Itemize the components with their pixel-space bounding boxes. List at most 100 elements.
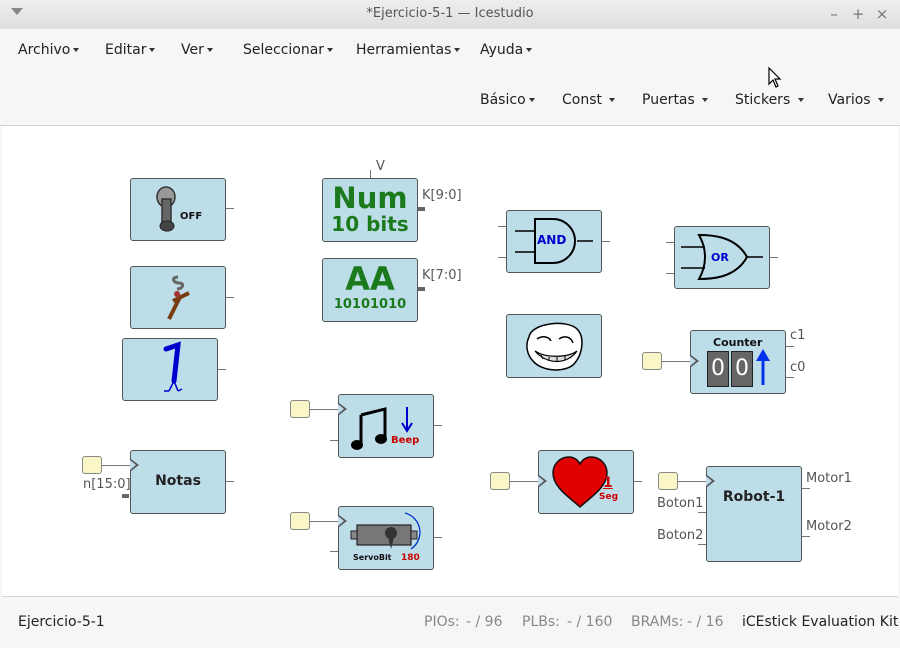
input-pin[interactable] [658, 472, 678, 490]
close-button[interactable]: × [873, 5, 891, 23]
menu-editar[interactable]: Editar [105, 42, 156, 58]
caret-down-icon [609, 98, 616, 102]
menu-const[interactable]: Const [562, 92, 616, 108]
caret-down-icon [206, 48, 213, 52]
robot-input-boton2: Boton2 [657, 528, 704, 543]
bus-port [122, 494, 129, 498]
aa-constant-block[interactable]: AA 10101010 [322, 258, 418, 322]
output-wire [770, 257, 778, 258]
counter-output-c0: c0 [790, 360, 806, 375]
num-output-label: K[9:0] [422, 188, 462, 203]
servo-angle-label: 180 [401, 553, 420, 563]
design-canvas[interactable]: OFF n[15:0] Notas V Num 10 bits K[9:0] A… [2, 126, 898, 597]
robot-input-boton1: Boton1 [657, 496, 704, 511]
counter-digit: 0 [731, 351, 753, 387]
window-title: *Ejercicio-5-1 — Icestudio [366, 6, 534, 21]
input-pin[interactable] [490, 472, 510, 490]
input-wire [678, 481, 706, 482]
menu-stickers[interactable]: Stickers [735, 92, 804, 108]
brams-value: - / 16 [687, 614, 724, 630]
notas-block[interactable]: Notas [130, 450, 226, 514]
burning-match-icon [167, 275, 190, 320]
input-wire [330, 551, 338, 552]
clock-input-icon [130, 459, 139, 471]
menu-archivo[interactable]: Archivo [18, 42, 80, 58]
robot-label: Robot-1 [722, 489, 786, 505]
menu-label: Varios [828, 92, 871, 108]
menu-basico[interactable]: Básico [480, 92, 535, 108]
constant-one-block[interactable] [122, 338, 218, 401]
menu-ayuda[interactable]: Ayuda [480, 42, 533, 58]
notas-label: Notas [155, 473, 201, 489]
menu-puertas[interactable]: Puertas [642, 92, 709, 108]
servo-label: ServoBit [353, 553, 392, 562]
input-wire [330, 440, 338, 441]
menu-label: Const [562, 92, 602, 108]
heartbeat-block[interactable]: 1 Seg [538, 450, 634, 514]
servobit-block[interactable]: ServoBit 180 [338, 506, 434, 570]
output-wire [802, 488, 810, 489]
input-wire [102, 465, 130, 466]
input-wire [666, 273, 674, 274]
clock-input-icon [690, 355, 699, 367]
fuse-block[interactable] [130, 266, 226, 329]
input-wire [498, 257, 506, 258]
beep-block[interactable]: Beep [338, 394, 434, 458]
maximize-button[interactable]: + [849, 5, 867, 23]
arrow-up-icon [756, 349, 770, 385]
toggle-switch-icon [156, 186, 176, 232]
mouse-cursor-icon [768, 67, 782, 88]
counter-block[interactable]: Counter 0 0 [690, 330, 786, 394]
beep-label: Beep [391, 435, 420, 446]
output-wire [786, 377, 794, 378]
or-gate-block[interactable]: OR [674, 226, 770, 289]
robot-output-motor1: Motor1 [806, 471, 852, 486]
robot-block[interactable]: Robot-1 [706, 466, 802, 562]
input-pin[interactable] [290, 400, 310, 418]
menu-label: Herramientas [356, 42, 452, 58]
aa-title: AA [345, 260, 395, 298]
output-wire [226, 297, 234, 298]
num-10bits-block[interactable]: Num 10 bits [322, 178, 418, 242]
project-name: Ejercicio-5-1 [18, 614, 105, 630]
output-wire [634, 481, 642, 482]
input-pin[interactable] [82, 456, 102, 474]
input-wire [310, 521, 338, 522]
num-subtitle: 10 bits [331, 212, 409, 236]
menu-herramientas[interactable]: Herramientas [356, 42, 461, 58]
caret-down-icon [454, 48, 461, 52]
heart-icon [552, 456, 608, 509]
bus-port [418, 287, 425, 291]
menu-ver[interactable]: Ver [181, 42, 213, 58]
sticker-trollface[interactable] [506, 314, 602, 378]
plbs-label: PLBs: [522, 614, 560, 630]
dancing-one-icon [163, 341, 183, 392]
output-wire [786, 346, 794, 347]
minimize-button[interactable]: – [825, 5, 843, 23]
off-label: OFF [180, 211, 203, 222]
input-wire [498, 226, 506, 227]
and-gate-block[interactable]: AND [506, 210, 602, 273]
bus-port [418, 207, 425, 211]
robot-output-motor2: Motor2 [806, 519, 852, 534]
troll-face-icon [526, 322, 583, 371]
switch-block[interactable]: OFF [130, 178, 226, 241]
caret-down-icon [149, 48, 156, 52]
input-wire [310, 409, 338, 410]
caret-down-icon [526, 48, 533, 52]
input-wire [666, 242, 674, 243]
board-selector[interactable]: iCEstick Evaluation Kit [742, 614, 898, 630]
toolbar: Archivo Editar Ver Seleccionar Herramien… [0, 29, 900, 126]
counter-output-c1: c1 [790, 328, 806, 343]
caret-down-icon [528, 98, 535, 102]
menu-label: Editar [105, 42, 147, 58]
pios-label: PIOs: [424, 614, 460, 630]
input-pin[interactable] [642, 352, 662, 370]
menu-seleccionar[interactable]: Seleccionar [243, 42, 334, 58]
output-wire [218, 369, 226, 370]
menu-varios[interactable]: Varios [828, 92, 885, 108]
output-wire [434, 425, 442, 426]
icestudio-window: *Ejercicio-5-1 — Icestudio – + × Archivo… [0, 0, 900, 648]
menu-label: Ayuda [480, 42, 524, 58]
input-pin[interactable] [290, 512, 310, 530]
